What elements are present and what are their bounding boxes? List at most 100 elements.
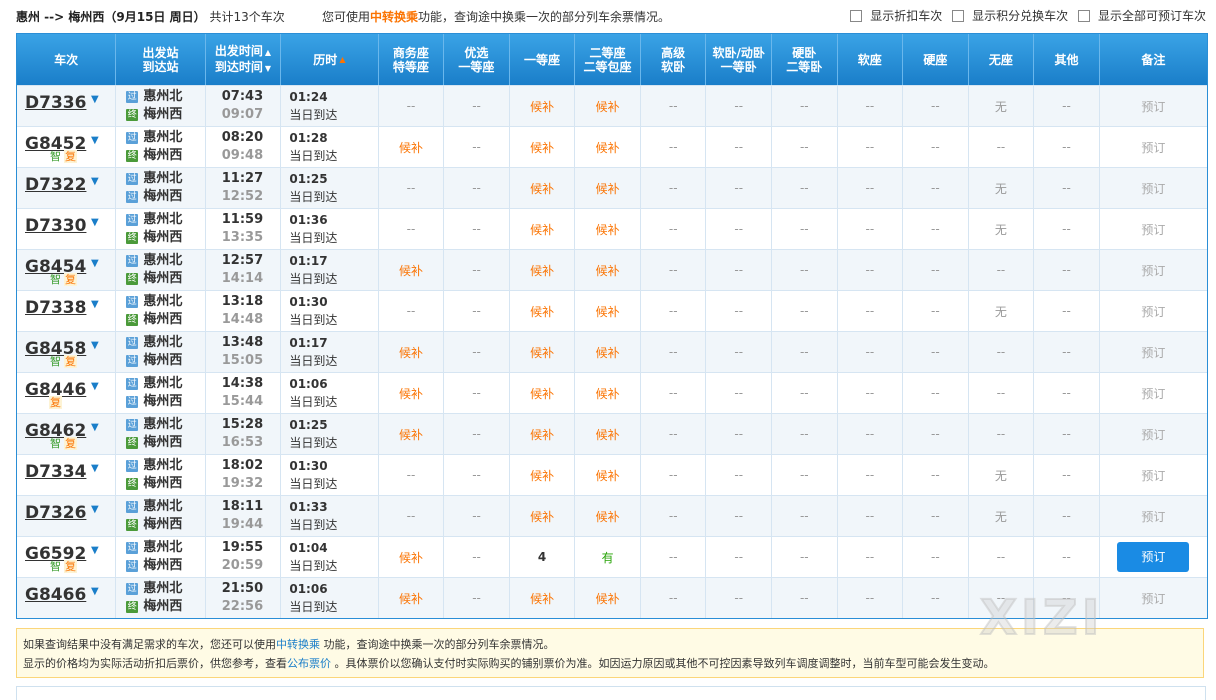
seat-availability[interactable]: 候补 [510,291,576,331]
chevron-down-icon[interactable]: ▼ [91,381,99,392]
seat-status[interactable]: 候补 [596,98,620,115]
option-discount[interactable]: 显示折扣车次 [846,7,942,24]
col-time-dep[interactable]: 出发时间 ▲ [215,44,271,60]
to-station[interactable]: 梅州西 [143,557,182,575]
seat-status[interactable]: 候补 [399,139,423,156]
from-station[interactable]: 惠州北 [143,129,182,147]
seat-availability[interactable]: 候补 [510,86,576,126]
sort-down-icon[interactable]: ▼ [265,64,271,73]
train-number-link[interactable]: G8466 [25,585,86,605]
to-station[interactable]: 梅州西 [143,475,182,493]
seat-status[interactable]: 候补 [596,426,620,443]
seat-availability[interactable]: 候补 [575,373,641,413]
from-station[interactable]: 惠州北 [143,334,182,352]
chevron-down-icon[interactable]: ▼ [91,340,99,351]
to-station[interactable]: 梅州西 [143,188,182,206]
seat-availability[interactable]: 候补 [575,250,641,290]
checkbox-all-bookable[interactable] [1077,10,1090,22]
seat-status[interactable]: 候补 [399,385,423,402]
checkbox-points[interactable] [952,10,965,22]
seat-availability[interactable]: 候补 [510,455,576,495]
from-station[interactable]: 惠州北 [143,170,182,188]
seat-status[interactable]: 候补 [596,467,620,484]
seat-status[interactable]: 候补 [596,385,620,402]
train-number-link[interactable]: D7336 [25,93,86,113]
from-station[interactable]: 惠州北 [143,293,182,311]
seat-availability[interactable]: 候补 [575,127,641,167]
seat-availability[interactable]: 候补 [575,414,641,454]
transfer-link-notice[interactable]: 中转换乘 [276,638,320,651]
seat-availability[interactable]: 候补 [510,209,576,249]
from-station[interactable]: 惠州北 [143,498,182,516]
col-duration[interactable]: 历时 ▲ [281,34,379,85]
seat-status[interactable]: 候补 [530,385,554,402]
seat-availability[interactable]: 候补 [379,332,445,372]
seat-status[interactable]: 候补 [399,549,423,566]
seat-availability[interactable]: 候补 [575,168,641,208]
seat-availability[interactable]: 候补 [379,127,445,167]
sort-up-icon[interactable]: ▲ [339,53,345,67]
seat-status[interactable]: 候补 [399,590,423,607]
seat-availability[interactable]: 候补 [510,127,576,167]
seat-availability[interactable]: 候补 [510,373,576,413]
seat-availability[interactable]: 候补 [575,291,641,331]
chevron-down-icon[interactable]: ▼ [91,176,99,187]
seat-status[interactable]: 候补 [399,344,423,361]
from-station[interactable]: 惠州北 [143,211,182,229]
to-station[interactable]: 梅州西 [143,434,182,452]
seat-status[interactable]: 候补 [596,262,620,279]
seat-status[interactable]: 候补 [596,139,620,156]
option-all-bookable[interactable]: 显示全部可预订车次 [1074,7,1206,24]
chevron-down-icon[interactable]: ▼ [91,463,99,474]
seat-availability[interactable]: 候补 [379,373,445,413]
from-station[interactable]: 惠州北 [143,580,182,598]
to-station[interactable]: 梅州西 [143,229,182,247]
seat-availability[interactable]: 候补 [379,414,445,454]
seat-status[interactable]: 候补 [399,262,423,279]
from-station[interactable]: 惠州北 [143,88,182,106]
seat-availability[interactable]: 候补 [575,86,641,126]
seat-availability[interactable]: 候补 [510,496,576,536]
seat-status[interactable]: 候补 [596,303,620,320]
chevron-down-icon[interactable]: ▼ [91,94,99,105]
seat-status[interactable]: 候补 [530,180,554,197]
seat-availability[interactable]: 候补 [510,578,576,618]
seat-status[interactable]: 候补 [530,590,554,607]
from-station[interactable]: 惠州北 [143,457,182,475]
train-number-link[interactable]: D7330 [25,216,86,236]
seat-status[interactable]: 候补 [530,98,554,115]
train-number-link[interactable]: D7326 [25,503,86,523]
to-station[interactable]: 梅州西 [143,516,182,534]
to-station[interactable]: 梅州西 [143,393,182,411]
train-number-link[interactable]: D7338 [25,298,86,318]
seat-status[interactable]: 候补 [399,426,423,443]
to-station[interactable]: 梅州西 [143,352,182,370]
seat-availability[interactable]: 候补 [379,578,445,618]
seat-availability[interactable]: 候补 [575,496,641,536]
seat-status[interactable]: 候补 [596,508,620,525]
transfer-link[interactable]: 中转换乘 [370,10,418,24]
seat-availability[interactable]: 候补 [379,250,445,290]
chevron-down-icon[interactable]: ▼ [91,217,99,228]
chevron-down-icon[interactable]: ▼ [91,545,99,556]
to-station[interactable]: 梅州西 [143,598,182,616]
chevron-down-icon[interactable]: ▼ [91,586,99,597]
train-number-link[interactable]: D7334 [25,462,86,482]
seat-availability[interactable]: 候补 [510,414,576,454]
checkbox-discount[interactable] [850,10,863,22]
seat-status[interactable]: 候补 [596,344,620,361]
to-station[interactable]: 梅州西 [143,106,182,124]
from-station[interactable]: 惠州北 [143,416,182,434]
seat-status[interactable]: 候补 [596,221,620,238]
seat-status[interactable]: 候补 [530,344,554,361]
seat-status[interactable]: 候补 [530,467,554,484]
seat-status[interactable]: 候补 [530,262,554,279]
seat-status[interactable]: 候补 [530,139,554,156]
chevron-down-icon[interactable]: ▼ [91,422,99,433]
chevron-down-icon[interactable]: ▼ [91,258,99,269]
from-station[interactable]: 惠州北 [143,539,182,557]
col-time-arr[interactable]: 到达时间 ▼ [215,60,271,76]
to-station[interactable]: 梅州西 [143,270,182,288]
seat-availability[interactable]: 候补 [575,332,641,372]
chevron-down-icon[interactable]: ▼ [91,299,99,310]
